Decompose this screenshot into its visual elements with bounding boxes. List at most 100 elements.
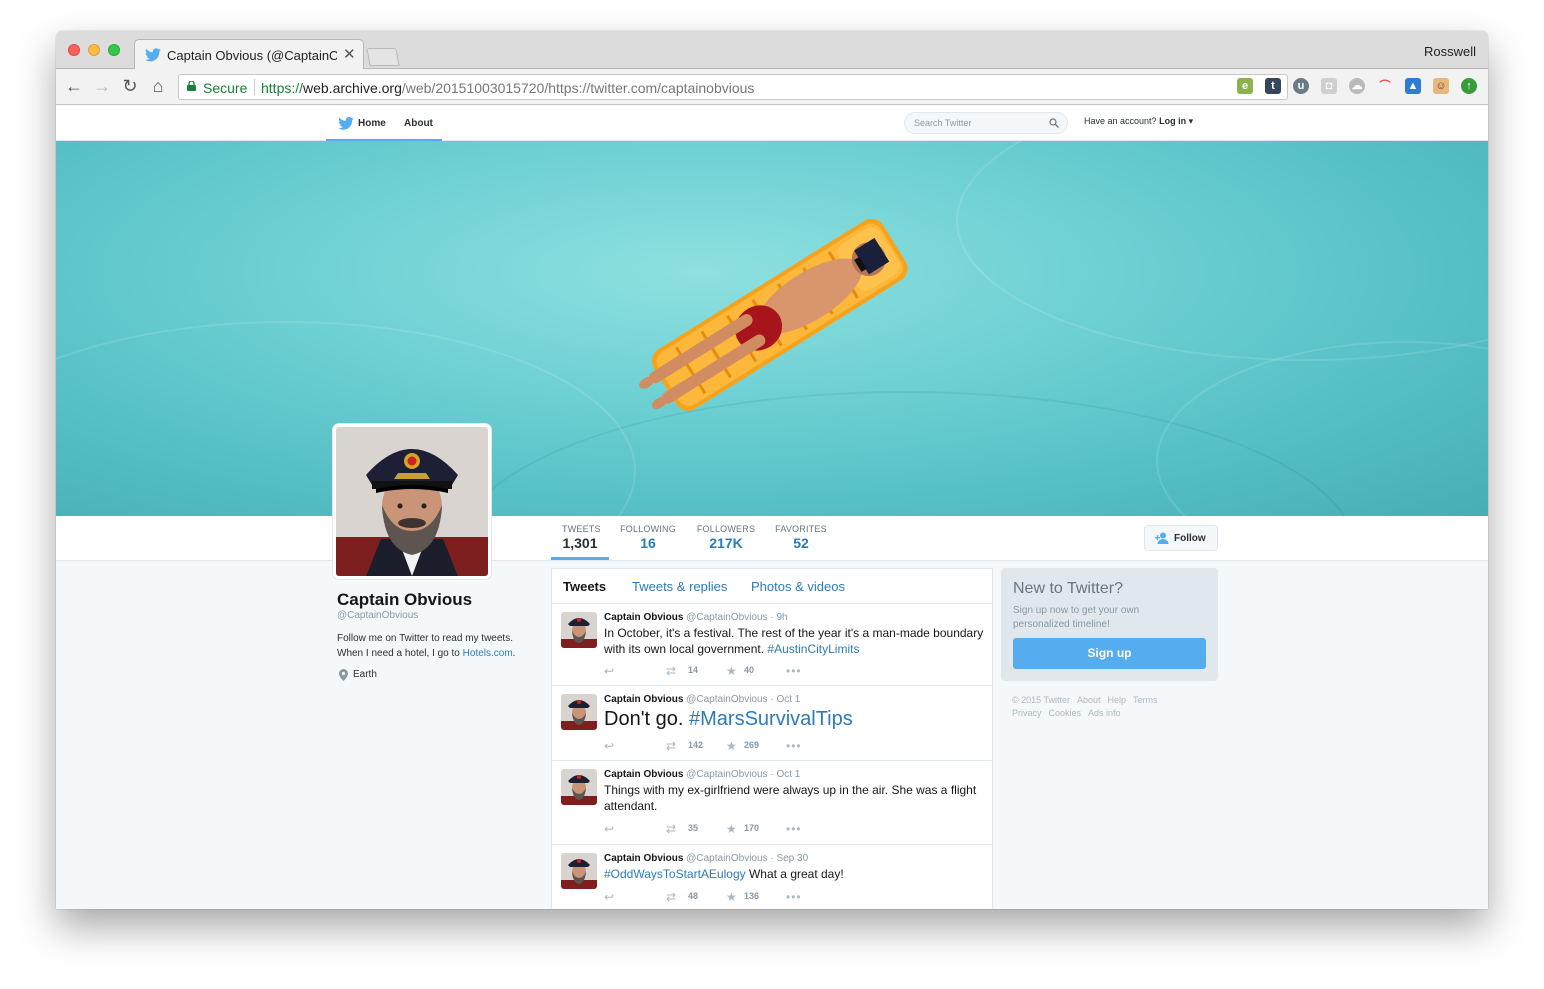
search-input[interactable]: Search Twitter (904, 112, 1068, 134)
tweet-avatar[interactable] (561, 853, 597, 889)
follow-button[interactable]: Follow (1144, 525, 1218, 551)
retweet-count: 48 (688, 891, 699, 901)
tab-photos-videos[interactable]: Photos & videos (751, 579, 845, 594)
lock-icon (187, 81, 196, 91)
favorite-count: 136 (744, 891, 760, 901)
tweet-header: Captain Obvious @CaptainObvious · Oct 1 (604, 769, 801, 780)
tweet-avatar[interactable] (561, 769, 597, 805)
extension-face-icon[interactable]: ☺ (1433, 78, 1449, 94)
forward-arrow-icon[interactable]: → (92, 76, 112, 96)
stat-favorites[interactable]: FAVORITES 52 (774, 524, 828, 551)
bio-link[interactable]: Hotels.com (463, 648, 513, 659)
extension-green-arrow-icon[interactable]: ↑ (1461, 78, 1477, 94)
extension-cloud-icon[interactable]: ☁ (1349, 78, 1365, 94)
stat-following[interactable]: FOLLOWING 16 (620, 524, 676, 551)
profile-handle[interactable]: @CaptainObvious (337, 610, 537, 621)
hashtag-link[interactable]: #MarsSurvivalTips (689, 708, 853, 730)
tab-strip: Captain Obvious (@CaptainOb ✕ Rosswell (56, 31, 1488, 70)
extension-blue-icon[interactable]: ▲ (1405, 78, 1421, 94)
tab-tweets-replies[interactable]: Tweets & replies (632, 579, 727, 594)
footer-cookies[interactable]: Cookies (1049, 708, 1082, 718)
login-link[interactable]: Log in (1159, 116, 1186, 126)
extension-ublock-icon[interactable]: u (1293, 78, 1309, 94)
tweet-actions: ↩ ⇄ 48 ★ 136 ••• (604, 890, 904, 905)
tweet-actions: ↩ ⇄ 35 ★ 170 ••• (604, 822, 904, 837)
reload-icon[interactable]: ↻ (120, 76, 140, 96)
tab-title: Captain Obvious (@CaptainOb (167, 48, 337, 63)
favorite-star-icon[interactable]: ★ (726, 664, 737, 678)
stat-followers[interactable]: FOLLOWERS 217K (696, 524, 756, 551)
more-dots-icon[interactable]: ••• (786, 890, 802, 904)
profile-nav: TWEETS 1,301 FOLLOWING 16 FOLLOWERS 217K FA… (56, 516, 1488, 561)
extension-evernote-icon[interactable]: e (1237, 78, 1253, 94)
address-bar[interactable]: Secure https://web.archive.org/web/20151… (178, 74, 1288, 100)
close-window-button[interactable] (68, 44, 80, 56)
search-icon[interactable] (1049, 118, 1059, 128)
extension-camera-icon[interactable]: ◘ (1321, 78, 1337, 94)
retweet-icon[interactable]: ⇄ (666, 664, 676, 678)
add-user-icon (1155, 532, 1169, 544)
tab-close-icon[interactable]: ✕ (343, 45, 356, 63)
stat-tweets[interactable]: TWEETS 1,301 (562, 524, 601, 551)
tweet-item[interactable]: Captain Obvious @CaptainObvious · 9h In … (552, 604, 992, 686)
tweet-stream: Tweets Tweets & replies Photos & videos … (551, 568, 993, 909)
signup-button[interactable]: Sign up (1013, 638, 1206, 669)
retweet-count: 142 (688, 740, 704, 750)
maximize-window-button[interactable] (108, 44, 120, 56)
extension-tumblr-icon[interactable]: t (1265, 78, 1281, 94)
reply-icon[interactable]: ↩ (604, 664, 614, 678)
more-dots-icon[interactable]: ••• (786, 739, 802, 753)
home-icon[interactable]: ⌂ (148, 76, 168, 96)
nav-about[interactable]: About (404, 118, 433, 129)
tweet-item[interactable]: Captain Obvious @CaptainObvious · Oct 1 … (552, 761, 992, 845)
hashtag-link[interactable]: #AustinCityLimits (767, 642, 859, 656)
minimize-window-button[interactable] (88, 44, 100, 56)
browser-window: Captain Obvious (@CaptainOb ✕ Rosswell ←… (56, 31, 1488, 909)
tweet-header: Captain Obvious @CaptainObvious · 9h (604, 612, 788, 623)
login-prompt: Have an account? Log in ▾ (1084, 116, 1194, 126)
signup-title: New to Twitter? (1013, 580, 1123, 597)
tweet-avatar[interactable] (561, 694, 597, 730)
captain-portrait-image (336, 427, 488, 576)
browser-profile-name[interactable]: Rosswell (1424, 44, 1476, 59)
favorite-star-icon[interactable]: ★ (726, 890, 737, 904)
tweet-text: In October, it's a festival. The rest of… (604, 626, 984, 656)
favorite-star-icon[interactable]: ★ (726, 822, 737, 836)
more-dots-icon[interactable]: ••• (786, 822, 802, 836)
browser-tab[interactable]: Captain Obvious (@CaptainOb ✕ (134, 39, 364, 70)
url-text[interactable]: https://web.archive.org/web/201510030157… (261, 80, 754, 96)
back-arrow-icon[interactable]: ← (64, 76, 84, 96)
hashtag-link[interactable]: #OddWaysToStartAEulogy (604, 867, 746, 881)
address-separator (254, 79, 255, 95)
tweet-item[interactable]: Captain Obvious @CaptainObvious · Oct 1 … (552, 686, 992, 761)
tweet-actions: ↩ ⇄ 14 ★ 40 ••• (604, 664, 904, 679)
tab-tweets[interactable]: Tweets (563, 579, 606, 594)
twitter-bird-icon (338, 117, 354, 130)
more-dots-icon[interactable]: ••• (786, 664, 802, 678)
new-tab-button[interactable] (366, 48, 400, 66)
footer-help[interactable]: Help (1108, 695, 1127, 705)
profile-avatar[interactable] (333, 424, 491, 579)
profile-card: Captain Obvious @CaptainObvious Follow m… (337, 590, 537, 681)
retweet-icon[interactable]: ⇄ (666, 890, 676, 904)
favorite-count: 170 (744, 823, 760, 833)
retweet-count: 14 (688, 665, 699, 675)
tweet-text: Things with my ex-girlfriend were always… (604, 783, 977, 813)
footer-privacy[interactable]: Privacy (1012, 708, 1042, 718)
nav-home[interactable]: Home About (326, 106, 442, 141)
favorite-star-icon[interactable]: ★ (726, 739, 737, 753)
extension-rainbow-icon[interactable]: ⌒ (1377, 78, 1393, 94)
retweet-icon[interactable]: ⇄ (666, 739, 676, 753)
footer-about[interactable]: About (1077, 695, 1101, 705)
twitter-bird-icon (145, 48, 161, 62)
tweet-text: Don't go. #MarsSurvivalTips (604, 708, 853, 730)
footer-ads-info[interactable]: Ads info (1088, 708, 1121, 718)
tweet-avatar[interactable] (561, 612, 597, 648)
reply-icon[interactable]: ↩ (604, 822, 614, 836)
reply-icon[interactable]: ↩ (604, 890, 614, 904)
reply-icon[interactable]: ↩ (604, 739, 614, 753)
footer-terms[interactable]: Terms (1133, 695, 1158, 705)
retweet-icon[interactable]: ⇄ (666, 822, 676, 836)
profile-name[interactable]: Captain Obvious (337, 590, 537, 610)
tweet-item[interactable]: Captain Obvious @CaptainObvious · Sep 30… (552, 845, 992, 909)
